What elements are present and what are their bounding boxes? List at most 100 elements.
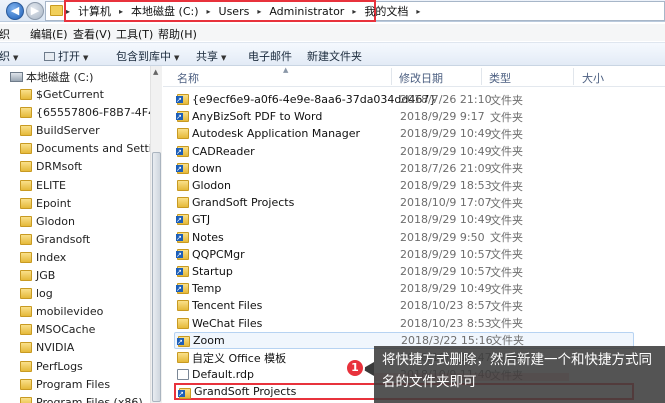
include-in-library-button[interactable]: 包含到库中 ▼ [116,48,179,64]
shortcut-folder-icon [176,145,189,157]
nav-item-folder[interactable]: BuildServer [20,122,100,139]
column-type[interactable]: 类型 [489,70,511,86]
file-row[interactable]: {e9ecf6e9-a0f6-4e9e-8aa6-37da034dd467}20… [174,91,634,108]
back-button[interactable]: ◀ [6,2,24,20]
file-name: AnyBizSoft PDF to Word [192,110,323,124]
file-row[interactable]: GrandSoft Projects 2018/10/9 17:07 文件夹 [174,194,634,211]
file-row[interactable]: GTJ 2018/9/29 10:49文件夹 [174,211,634,228]
breadcrumb-separator-icon[interactable]: ▸ [119,7,123,16]
breadcrumb-separator-icon[interactable]: ▸ [66,7,70,16]
file-row[interactable]: down 2018/7/26 21:09文件夹 [174,160,634,177]
shortcut-folder-icon [176,162,189,174]
nav-item-folder[interactable]: JGB [20,267,55,284]
breadcrumb-my-documents[interactable]: 我的文档 [364,3,408,19]
organize-button[interactable]: 组织▼ [0,48,18,64]
nav-item-folder[interactable]: Grandsoft [20,231,90,248]
breadcrumb-administrator[interactable]: Administrator [269,5,344,18]
nav-item-folder[interactable]: ELITE [20,177,66,194]
breadcrumb-computer[interactable]: 计算机 [78,3,111,19]
breadcrumb-separator-icon[interactable]: ▸ [352,7,356,16]
shortcut-folder-icon [176,214,189,226]
file-date: 2018/9/29 18:53 [400,179,492,192]
folder-icon [20,378,32,390]
file-name: Notes [192,230,224,244]
file-row[interactable]: Glodon 2018/9/29 18:53 文件夹 [174,177,634,194]
nav-item-folder[interactable]: $GetCurrent [20,86,104,103]
file-row[interactable]: AnyBizSoft PDF to Word 2018/9/29 9:17 文件夹 [174,108,634,125]
nav-item-folder[interactable]: Glodon [20,213,75,230]
column-size[interactable]: 大小 [582,70,604,86]
scroll-up-icon[interactable]: ▲ [153,68,158,76]
document-icon [177,369,189,381]
forward-button[interactable]: ▶ [26,2,44,20]
column-divider[interactable] [391,68,392,85]
file-row[interactable]: Notes 2018/9/29 9:50 文件夹 [174,229,634,246]
file-row[interactable]: QQPCMgr 2018/9/29 10:57文件夹 [174,246,634,263]
column-date[interactable]: 修改日期 [399,70,443,86]
file-name: Tencent Files [192,299,263,313]
chevron-down-icon: ▼ [221,54,227,62]
nav-item-folder[interactable]: DRMsoft [20,158,82,175]
shortcut-folder-icon [176,283,189,295]
file-date: 2018/9/29 10:49 [400,282,492,296]
menu-help[interactable]: 帮助(H) [158,26,197,42]
nav-item-folder[interactable]: Documents and Settings [20,140,162,157]
file-date: 2018/9/29 10:57 [400,265,492,278]
breadcrumb-separator-icon[interactable]: ▸ [416,7,420,16]
open-button[interactable]: 打开 ▼ [44,48,88,64]
nav-item-folder[interactable]: Program Files [20,376,110,393]
nav-item-label: mobilevideo [36,305,104,319]
file-type: 文件夹 [490,317,523,331]
folder-icon [20,342,32,354]
column-divider[interactable] [481,68,482,85]
share-button[interactable]: 共享 ▼ [196,48,226,64]
menu-edit[interactable]: 编辑(E) [30,26,68,42]
folder-icon [20,125,32,137]
nav-item-folder[interactable]: log [20,285,53,302]
nav-scrollbar[interactable]: ▲ [150,66,162,403]
nav-item-local-disk[interactable]: 本地磁盘 (C:) [10,69,93,85]
breadcrumb-local-disk[interactable]: 本地磁盘 (C:) [131,3,198,19]
nav-item-folder[interactable]: Epoint [20,195,71,212]
folder-icon [20,306,32,318]
menu-tools[interactable]: 工具(T) [116,26,153,42]
nav-scrollbar-thumb[interactable] [152,152,161,402]
file-row[interactable]: Temp 2018/9/29 10:49文件夹 [174,280,634,297]
folder-icon [20,396,32,403]
file-date: 2018/9/29 9:17 [400,110,485,124]
file-row[interactable]: Tencent Files 2018/10/23 8:57 文件夹 [174,297,634,314]
menu-view[interactable]: 查看(V) [73,26,111,42]
file-name: GTJ [192,213,211,227]
new-folder-button[interactable]: 新建文件夹 [307,48,362,64]
nav-item-folder[interactable]: PerfLogs [20,358,83,375]
file-row[interactable]: Startup 2018/9/29 10:57文件夹 [174,263,634,280]
file-type: 文件夹 [490,179,523,193]
nav-item-folder[interactable]: Index [20,249,66,266]
file-type: 文件夹 [490,196,523,210]
column-name[interactable]: 名称 [177,70,199,86]
folder-icon [177,300,189,312]
column-divider[interactable] [573,68,574,85]
nav-item-folder[interactable]: {65557806-F8B7-4F4C-B4E [20,104,161,121]
nav-item-label: Index [36,250,67,264]
file-row[interactable]: CADReader 2018/9/29 10:49文件夹 [174,143,634,160]
nav-item-folder[interactable]: NVIDIA [20,339,74,356]
nav-item-folder[interactable]: MSOCache [20,321,95,338]
nav-item-label: Documents and Settings [36,142,162,156]
nav-item-folder[interactable]: Program Files (x86) [20,394,143,403]
file-row[interactable]: Autodesk Application Manager 2018/9/29 10… [174,125,634,142]
nav-item-folder[interactable]: mobilevideo [20,303,103,320]
file-row[interactable]: WeChat Files 2018/10/23 8:53 文件夹 [174,315,634,332]
breadcrumb-users[interactable]: Users [219,5,250,18]
address-bar[interactable]: ▸ 计算机 ▸ 本地磁盘 (C:) ▸ Users ▸ Administrato… [45,0,665,22]
email-button[interactable]: 电子邮件 [248,48,292,64]
breadcrumb-separator-icon[interactable]: ▸ [207,7,211,16]
shortcut-folder-icon [176,266,189,277]
nav-item-label: BuildServer [36,124,100,138]
menu-organize-partial[interactable]: 组织 [0,26,10,42]
folder-icon [20,179,32,191]
menu-bar: 组织 编辑(E) 查看(V) 工具(T) 帮助(H) [0,24,665,41]
navigation-pane[interactable]: 本地磁盘 (C:) $GetCurrent {65557806-F8B7-4F4C… [0,66,162,403]
breadcrumb-separator-icon[interactable]: ▸ [257,7,261,16]
nav-item-label: {65557806-F8B7-4F4C-B4E [36,106,161,120]
